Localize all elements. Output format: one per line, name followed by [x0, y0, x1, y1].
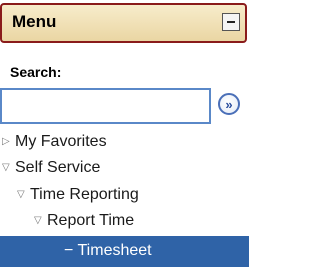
nav-item-self-service[interactable]: ▽ Self Service	[2, 157, 100, 179]
nav-item-time-reporting[interactable]: ▽ Time Reporting	[17, 184, 139, 206]
triangle-down-icon: ▽	[2, 162, 10, 173]
search-go-button[interactable]: »	[218, 93, 240, 115]
navigation-menu: Menu Search: » ▷ My Favorites ▽ Self Servi…	[0, 0, 249, 267]
nav-item-label: Self Service	[15, 159, 101, 176]
nav-item-my-favorites[interactable]: ▷ My Favorites	[2, 131, 107, 153]
menu-title: Menu	[12, 12, 57, 31]
nav-item-label: Report Time	[47, 212, 135, 229]
triangle-down-icon: ▽	[34, 215, 42, 226]
triangle-right-icon: ▷	[2, 136, 10, 147]
minus-icon[interactable]	[222, 13, 240, 31]
nav-item-label: My Favorites	[15, 133, 107, 150]
menu-header: Menu	[0, 3, 247, 43]
double-chevron-right-icon: »	[225, 97, 233, 112]
nav-item-label: − Timesheet	[64, 242, 152, 259]
nav-item-label: Time Reporting	[30, 186, 139, 203]
triangle-down-icon: ▽	[17, 189, 25, 200]
nav-item-report-time[interactable]: ▽ Report Time	[34, 210, 134, 232]
search-input[interactable]	[0, 88, 211, 124]
nav-item-timesheet[interactable]: − Timesheet	[0, 236, 249, 267]
search-label: Search:	[10, 64, 62, 80]
